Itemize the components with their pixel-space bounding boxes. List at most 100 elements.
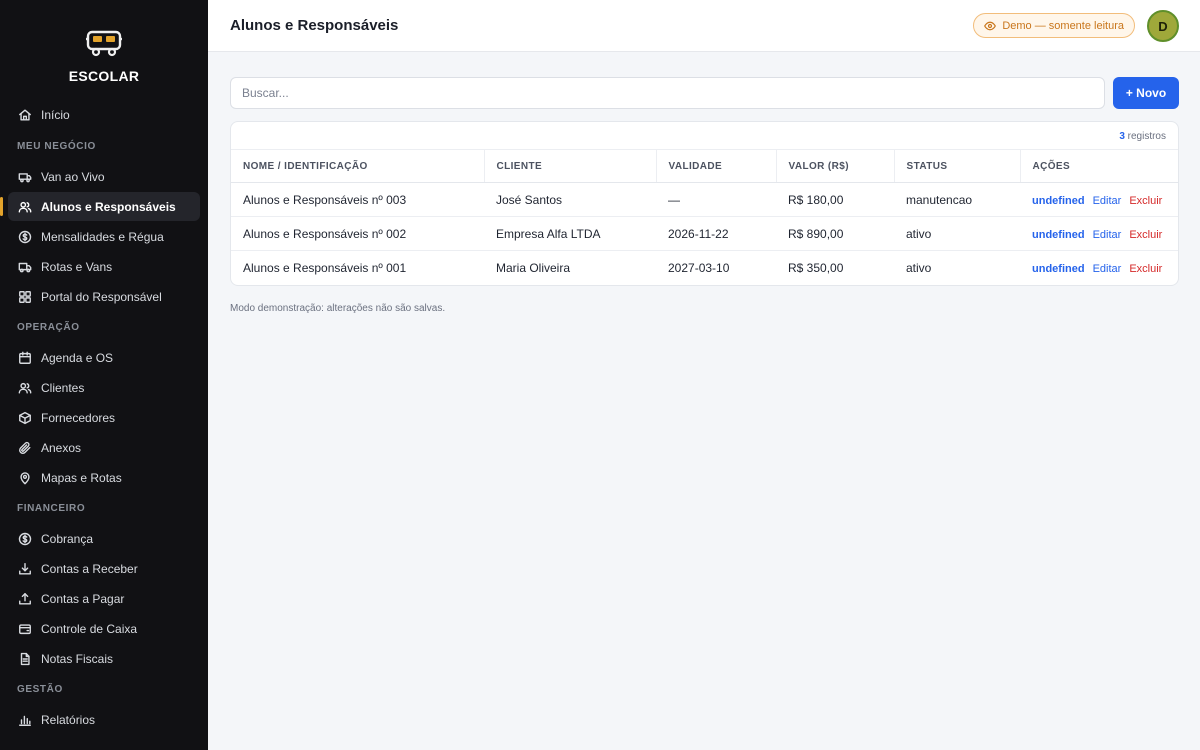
sidebar-item-rotas-e-vans[interactable]: Rotas e Vans <box>8 252 200 281</box>
section-title-financeiro: FINANCEIRO <box>17 503 86 514</box>
sidebar-item-label: Van ao Vivo <box>41 169 105 184</box>
brand: ESCOLAR <box>0 0 208 100</box>
sidebar-item-fornecedores[interactable]: Fornecedores <box>8 403 200 432</box>
sidebar-item-label: Relatórios <box>41 712 96 727</box>
sidebar-item-controle-de-caixa[interactable]: Controle de Caixa <box>8 614 200 643</box>
column-header-valor[interactable]: VALOR (R$) <box>776 149 895 183</box>
calendar-icon <box>17 350 32 365</box>
cell-name: Alunos e Responsáveis nº 001 <box>243 260 407 275</box>
search-input[interactable] <box>230 77 1105 109</box>
sidebar-item-anexos[interactable]: Anexos <box>8 433 200 462</box>
column-header-cliente[interactable]: CLIENTE <box>484 149 657 183</box>
truck-icon <box>17 259 32 274</box>
sidebar-item-label: Controle de Caixa <box>41 621 138 636</box>
sidebar-item-cobranca[interactable]: Cobrança <box>8 524 200 553</box>
delete-link[interactable]: Excluir <box>1129 263 1162 275</box>
cell-actions: undefined Editar Excluir <box>1020 182 1178 217</box>
bar-chart-icon <box>17 712 32 727</box>
cell-name: Alunos e Responsáveis nº 003 <box>231 182 484 217</box>
cell-actions: undefined Editar Excluir <box>1020 216 1178 251</box>
edit-link[interactable]: Editar <box>1093 195 1122 207</box>
sidebar-item-portal-do-responsavel[interactable]: Portal do Responsável <box>8 282 200 311</box>
cell-actions: undefined Editar Excluir <box>1020 251 1178 285</box>
top-header: Alunos e Responsáveis Demo — somente lei… <box>208 0 1200 52</box>
brand-name: ESCOLAR <box>68 68 140 84</box>
sidebar-item-mapas-e-rotas[interactable]: Mapas e Rotas <box>8 463 200 492</box>
column-header-nome[interactable]: NOME / IDENTIFICAÇÃO <box>231 149 485 183</box>
new-button[interactable]: + Novo <box>1113 77 1179 109</box>
cell-client: Maria Oliveira <box>496 260 571 275</box>
sidebar-item-label: Portal do Responsável <box>41 289 162 304</box>
cell-value: R$ 350,00 <box>788 260 844 275</box>
section-title-gestao: GESTÃO <box>17 684 63 695</box>
delete-link[interactable]: Excluir <box>1129 229 1162 241</box>
sidebar-item-label: Rotas e Vans <box>41 259 113 274</box>
sidebar-item-label: Contas a Receber <box>41 561 138 576</box>
toolbar: + Novo <box>230 77 1179 109</box>
sidebar-item-label: Agenda e OS <box>41 350 114 365</box>
sidebar-item-van-ao-vivo[interactable]: Van ao Vivo <box>8 162 200 191</box>
users-icon <box>17 199 32 214</box>
sidebar-item-label: Fornecedores <box>41 410 116 425</box>
cell-value: R$ 180,00 <box>776 182 894 217</box>
demo-badge-label: Demo — somente leitura <box>1002 19 1124 32</box>
dollar-circle-icon <box>17 229 32 244</box>
sidebar-item-mensalidades-e-regua[interactable]: Mensalidades e Régua <box>8 222 200 251</box>
map-pin-icon <box>17 470 32 485</box>
undefined-action-link[interactable]: undefined <box>1032 263 1085 275</box>
avatar[interactable]: D <box>1147 10 1179 42</box>
school-bus-icon <box>86 30 122 57</box>
sidebar-item-contas-a-pagar[interactable]: Contas a Pagar <box>8 584 200 613</box>
sidebar-item-label: Clientes <box>41 380 85 395</box>
column-header-acoes: AÇÕES <box>1020 149 1178 183</box>
home-icon <box>17 107 32 122</box>
cell-value: R$ 890,00 <box>776 216 894 251</box>
sidebar-item-alunos-e-responsaveis[interactable]: Alunos e Responsáveis <box>0 192 200 221</box>
dollar-circle-icon <box>17 531 32 546</box>
sidebar-item-inicio[interactable]: Início <box>8 100 200 129</box>
sidebar-item-label: Início <box>41 107 70 122</box>
undefined-action-link[interactable]: undefined <box>1032 195 1085 207</box>
records-table: NOME / IDENTIFICAÇÃO CLIENTE VALIDADE VA… <box>231 149 1178 285</box>
section-title-operacao: OPERAÇÃO <box>17 322 80 333</box>
delete-link[interactable]: Excluir <box>1129 195 1162 207</box>
sidebar-item-clientes[interactable]: Clientes <box>8 373 200 402</box>
cell-client: José Santos <box>484 182 656 217</box>
sidebar-item-notas-fiscais[interactable]: Notas Fiscais <box>8 644 200 673</box>
sidebar-item-label: Anexos <box>41 440 82 455</box>
cell-status: manutencao <box>894 182 1020 217</box>
grid-icon <box>17 289 32 304</box>
sidebar-item-contas-a-receber[interactable]: Contas a Receber <box>8 554 200 583</box>
section-title-meu-negocio: MEU NEGÓCIO <box>17 141 96 152</box>
record-count-suffix: registros <box>1124 131 1166 142</box>
edit-link[interactable]: Editar <box>1093 229 1122 241</box>
table-row: Alunos e Responsáveis nº 003 José Santos… <box>231 182 1178 217</box>
demo-badge: Demo — somente leitura <box>973 13 1135 38</box>
cell-client: Empresa Alfa LTDA <box>484 216 656 251</box>
record-count: 3 registros <box>231 122 1178 149</box>
undefined-action-link[interactable]: undefined <box>1032 229 1085 241</box>
table-row: Alunos e Responsáveis nº 002 Empresa Alf… <box>231 216 1178 251</box>
cell-status: ativo <box>906 260 932 275</box>
sidebar-item-label: Alunos e Responsáveis <box>41 199 176 214</box>
users-icon <box>17 380 32 395</box>
paperclip-icon <box>17 440 32 455</box>
cell-name: Alunos e Responsáveis nº 002 <box>231 216 484 251</box>
column-header-validade[interactable]: VALIDADE <box>656 149 777 183</box>
edit-link[interactable]: Editar <box>1093 263 1122 275</box>
demo-footnote: Modo demonstração: alterações não são sa… <box>230 302 446 314</box>
sidebar-item-label: Contas a Pagar <box>41 591 125 606</box>
sidebar-item-label: Mensalidades e Régua <box>41 229 164 244</box>
sidebar-item-label: Cobrança <box>41 531 94 546</box>
wallet-icon <box>17 621 32 636</box>
table-row: Alunos e Responsáveis nº 001 Maria Olive… <box>231 251 1178 285</box>
column-header-status[interactable]: STATUS <box>894 149 1021 183</box>
sidebar-item-relatorios[interactable]: Relatórios <box>8 705 200 734</box>
van-icon <box>17 169 32 184</box>
sidebar-item-label: Mapas e Rotas <box>41 470 122 485</box>
sidebar-item-agenda-e-os[interactable]: Agenda e OS <box>8 343 200 372</box>
table-header-row: NOME / IDENTIFICAÇÃO CLIENTE VALIDADE VA… <box>231 149 1178 183</box>
cell-validity: — <box>656 182 776 217</box>
box-icon <box>17 410 32 425</box>
cell-validity: 2027-03-10 <box>668 260 730 275</box>
